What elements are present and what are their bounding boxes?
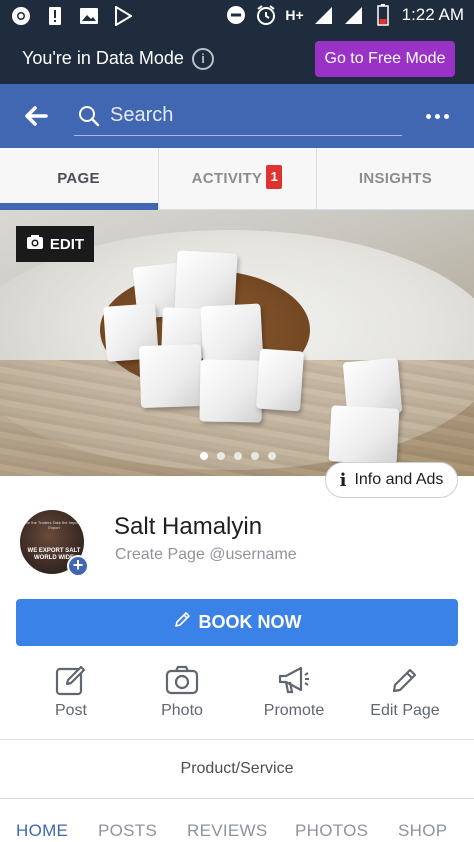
edit-page-label: Edit Page [370, 702, 440, 719]
edit-page-button[interactable]: Edit Page [350, 660, 460, 720]
more-options-icon[interactable] [426, 114, 449, 119]
battery-icon [372, 4, 394, 26]
pencil-icon [350, 660, 460, 700]
search-icon [78, 105, 100, 132]
data-mode-banner: You're in Data Mode i Go to Free Mode [0, 32, 474, 84]
camera-icon [127, 660, 237, 700]
active-tab-indicator [0, 203, 158, 210]
pencil-icon [173, 611, 191, 634]
signal-icon [312, 4, 334, 26]
tab-activity[interactable]: ACTIVITY 1 [158, 148, 315, 210]
promote-label: Promote [263, 702, 325, 719]
search-header: Search [0, 84, 474, 148]
alert-icon [44, 5, 66, 27]
alarm-icon [255, 4, 277, 26]
notification-badge: 1 [266, 165, 283, 190]
chrome-icon [10, 5, 32, 27]
promote-button[interactable]: Promote [239, 660, 349, 720]
photo-button[interactable]: Photo [127, 660, 237, 720]
tab-page-label: PAGE [57, 170, 100, 187]
create-username-link[interactable]: Create Page @username [115, 546, 297, 564]
info-icon[interactable]: i [192, 48, 214, 70]
divider [0, 798, 474, 799]
post-label: Post [54, 702, 87, 719]
tab-posts[interactable]: POSTS [98, 821, 157, 841]
image-icon [78, 5, 100, 27]
tab-photos[interactable]: PHOTOS [295, 821, 368, 841]
compose-icon [16, 660, 126, 700]
post-button[interactable]: Post [16, 660, 126, 720]
status-bar-right: H+ 1:22 AM [225, 4, 464, 26]
go-to-free-mode-button[interactable]: Go to Free Mode [315, 41, 455, 77]
info-icon: i [339, 469, 347, 491]
tab-insights-label: INSIGHTS [358, 170, 433, 187]
section-tabs: HOME POSTS REVIEWS PHOTOS SHOP [0, 818, 474, 842]
page-tabs: PAGE ACTIVITY 1 INSIGHTS [0, 148, 474, 210]
info-and-ads-button[interactable]: i Info and Ads [325, 462, 458, 498]
tab-reviews[interactable]: REVIEWS [187, 821, 268, 841]
carousel-dots [200, 452, 276, 460]
search-placeholder: Search [110, 104, 174, 126]
camera-icon [26, 234, 44, 254]
page-actions: Post Photo Promote Edit Page [0, 660, 474, 738]
search-input[interactable]: Search [74, 96, 402, 136]
tab-insights[interactable]: INSIGHTS [316, 148, 474, 210]
photo-label: Photo [161, 702, 203, 719]
book-now-label: BOOK NOW [198, 612, 302, 632]
signal-icon [342, 4, 364, 26]
add-profile-photo-icon[interactable]: + [67, 555, 89, 577]
edit-label: EDIT [49, 235, 85, 253]
do-not-disturb-icon [225, 4, 247, 26]
edit-cover-button[interactable]: EDIT [16, 226, 94, 262]
tab-page[interactable]: PAGE [0, 148, 157, 210]
page-title: Salt Hamalyin [114, 513, 263, 540]
megaphone-icon [239, 660, 349, 700]
tab-activity-label: ACTIVITY [191, 170, 263, 187]
tab-home[interactable]: HOME [16, 821, 68, 841]
clock: 1:22 AM [401, 5, 464, 24]
status-bar-left [10, 5, 134, 27]
book-now-button[interactable]: BOOK NOW [16, 599, 458, 646]
tab-shop[interactable]: SHOP [398, 821, 447, 841]
status-bar: H+ 1:22 AM [0, 0, 474, 32]
info-and-ads-label: Info and Ads [354, 471, 444, 488]
page-category: Product/Service [180, 760, 294, 777]
avatar-caption: While the Traders Take the Import and Ex… [20, 520, 86, 530]
play-store-icon [112, 5, 134, 27]
network-type: H+ [285, 7, 304, 23]
divider [0, 739, 474, 740]
back-arrow-icon[interactable] [22, 102, 50, 130]
data-mode-message: You're in Data Mode [22, 48, 184, 68]
